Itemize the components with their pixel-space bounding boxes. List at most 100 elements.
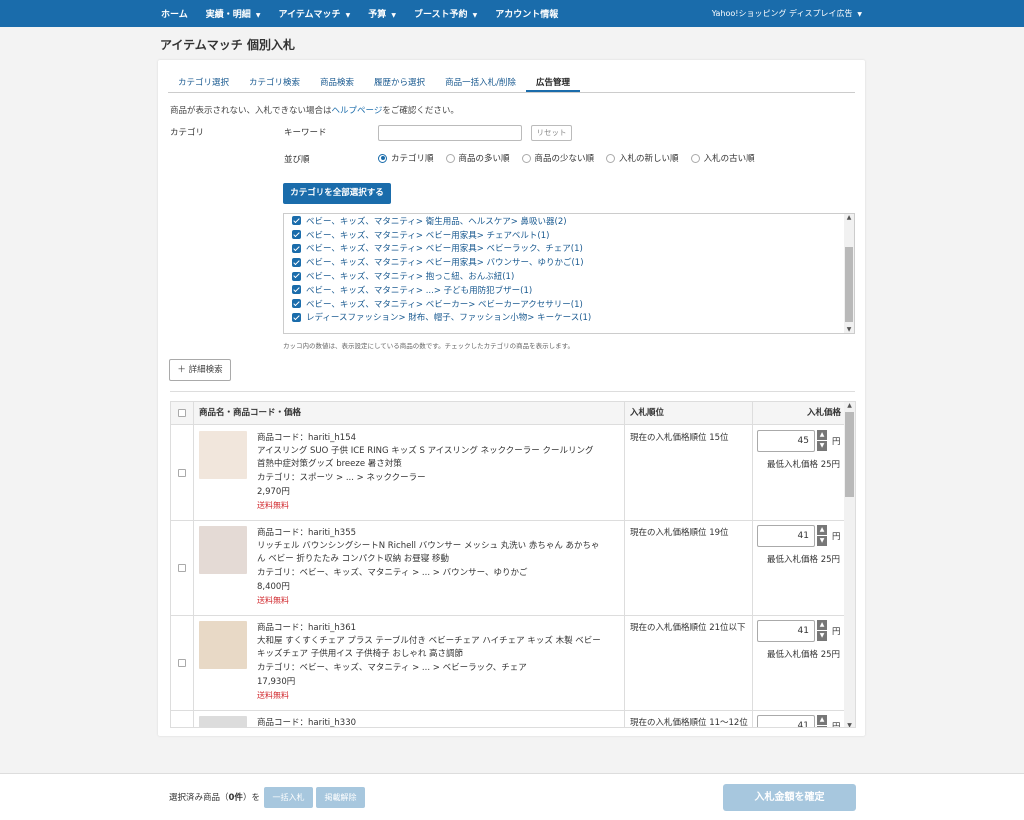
selected-prefix: 選択済み商品（ bbox=[169, 793, 229, 803]
help-notice: 商品が表示されない、入札できない場合はヘルプページをご確認ください。 bbox=[170, 104, 459, 116]
category-list-scrollbar[interactable]: ▲ ▼ bbox=[844, 214, 854, 333]
scroll-thumb[interactable] bbox=[845, 247, 853, 322]
stepper-up-icon[interactable]: ▲ bbox=[817, 620, 827, 630]
sort-option[interactable]: 入札の古い順 bbox=[690, 152, 755, 164]
bid-stepper[interactable]: ▲▼ bbox=[817, 525, 827, 547]
radio-button[interactable] bbox=[606, 153, 616, 163]
product-info: 商品コード：hariti_h154 アイスリング SUO 子供 ICE RING … bbox=[257, 431, 602, 513]
bid-price-input[interactable]: 45 bbox=[757, 430, 815, 452]
selected-count-text: 選択済み商品（0件）を bbox=[169, 791, 260, 803]
stepper-up-icon[interactable]: ▲ bbox=[817, 525, 827, 535]
category-item[interactable]: ベビー、キッズ、マタニティ> ベビー用家具> チェアベルト(1) bbox=[292, 228, 591, 242]
tab-item[interactable]: カテゴリ選択 bbox=[168, 70, 239, 92]
category-item[interactable]: ベビー、キッズ、マタニティ> ...> 子ども用防犯ブザー(1) bbox=[292, 283, 591, 297]
main-card: カテゴリ選択 カテゴリ検索 商品検索 履歴から選択 商品一括入札/削除 広告管理 商品が表… bbox=[158, 60, 865, 736]
stepper-up-icon[interactable]: ▲ bbox=[817, 715, 827, 725]
nav-item[interactable]: アカウント情報 bbox=[486, 7, 567, 20]
scroll-up-icon[interactable]: ▲ bbox=[844, 214, 854, 221]
row-checkbox[interactable] bbox=[178, 659, 186, 670]
tab-item[interactable]: 広告管理 bbox=[525, 70, 580, 92]
checkbox-checked-icon[interactable] bbox=[292, 285, 301, 295]
row-checkbox[interactable] bbox=[178, 564, 186, 575]
bulk-bid-button[interactable]: 一括入札 bbox=[264, 787, 313, 808]
reset-button[interactable]: リセット bbox=[531, 125, 572, 141]
category-item[interactable]: ベビー、キッズ、マタニティ> 衛生用品、ヘルスケア> 鼻吸い器(2) bbox=[292, 214, 591, 228]
category-item[interactable]: ベビー、キッズ、マタニティ> ベビーカー> ベビーカーアクセサリー(1) bbox=[292, 297, 591, 311]
sort-option[interactable]: 入札の新しい順 bbox=[606, 152, 679, 164]
chevron-down-icon: ▼ bbox=[855, 11, 862, 18]
row-checkbox[interactable] bbox=[178, 469, 186, 480]
radio-button[interactable] bbox=[445, 153, 455, 163]
category-item[interactable]: ベビー、キッズ、マタニティ> ベビー用家具> ベビーラック、チェア(1) bbox=[292, 242, 591, 256]
category-item[interactable]: ベビー、キッズ、マタニティ> ベビー用家具> バウンサー、ゆりかご(1) bbox=[292, 255, 591, 269]
category-item-label: ベビー、キッズ、マタニティ> ...> 子ども用防犯ブザー(1) bbox=[306, 285, 533, 296]
category-item[interactable]: ベビー、キッズ、マタニティ> 抱っこ紐、おんぶ紐(1) bbox=[292, 269, 591, 283]
checkbox-checked-icon[interactable] bbox=[292, 312, 301, 322]
tab-item[interactable]: 商品検索 bbox=[310, 70, 364, 92]
product-thumbnail[interactable] bbox=[199, 716, 247, 727]
tab-item[interactable]: カテゴリ検索 bbox=[239, 70, 310, 92]
table-row: 商品コード：hariti_h355 リッチェル バウンシングシートN Richel… bbox=[171, 521, 845, 616]
checkbox-checked-icon[interactable] bbox=[292, 216, 301, 226]
yen-unit: 円 bbox=[832, 532, 841, 542]
sort-option[interactable]: カテゴリ順 bbox=[378, 152, 434, 164]
sort-option[interactable]: 商品の多い順 bbox=[445, 152, 510, 164]
unpublish-button[interactable]: 掲載解除 bbox=[316, 787, 365, 808]
stepper-down-icon[interactable]: ▼ bbox=[817, 726, 827, 727]
select-all-categories-button[interactable]: カテゴリを全部選択する bbox=[283, 183, 391, 204]
product-thumbnail[interactable] bbox=[199, 621, 247, 669]
bid-stepper[interactable]: ▲▼ bbox=[817, 620, 827, 642]
sort-option-label: 商品の少ない順 bbox=[534, 154, 595, 164]
nav-menu: ホーム 実績・明細 ▼ アイテムマッチ ▼ 予算 ▼ ブースト予約 ▼ アカウント情報 bbox=[152, 7, 567, 20]
confirm-bid-button[interactable]: 入札金額を確定 bbox=[723, 784, 856, 811]
scroll-down-icon[interactable]: ▼ bbox=[844, 722, 855, 727]
sort-label: 並び順 bbox=[284, 155, 310, 165]
category-item-label: ベビー、キッズ、マタニティ> ベビーカー> ベビーカーアクセサリー(1) bbox=[306, 299, 583, 310]
scroll-down-icon[interactable]: ▼ bbox=[844, 326, 854, 333]
radio-button[interactable] bbox=[690, 153, 700, 163]
product-thumbnail[interactable] bbox=[199, 431, 247, 479]
category-note: カッコ内の数値は、表示設定にしている商品の数です。チェックしたカテゴリの商品を表… bbox=[283, 342, 575, 350]
tab-item[interactable]: 履歴から選択 bbox=[364, 70, 435, 92]
checkbox-checked-icon[interactable] bbox=[292, 230, 301, 240]
nav-item[interactable]: ホーム bbox=[152, 7, 197, 20]
tab-item[interactable]: 商品一括入札/削除 bbox=[435, 70, 526, 92]
sort-option[interactable]: 商品の少ない順 bbox=[521, 152, 595, 164]
bid-stepper[interactable]: ▲▼ bbox=[817, 430, 827, 452]
radio-button[interactable] bbox=[378, 153, 387, 163]
checkbox-checked-icon[interactable] bbox=[292, 299, 301, 309]
keyword-input[interactable] bbox=[378, 125, 522, 141]
product-name: 大和屋 すくすくチェア プラス テーブル付き ベビーチェア ハイチェア キッズ … bbox=[257, 636, 601, 659]
nav-item[interactable]: ブースト予約 ▼ bbox=[405, 7, 486, 20]
stepper-down-icon[interactable]: ▼ bbox=[817, 631, 827, 641]
checkbox-checked-icon[interactable] bbox=[292, 271, 301, 281]
top-navigation: ホーム 実績・明細 ▼ アイテムマッチ ▼ 予算 ▼ ブースト予約 ▼ アカウント情報 Y… bbox=[0, 0, 1024, 27]
checkbox-checked-icon[interactable] bbox=[292, 243, 301, 253]
bid-price-input[interactable]: 41 bbox=[757, 620, 815, 642]
account-menu[interactable]: Yahoo!ショッピング ディスプレイ広告 ▼ bbox=[712, 8, 862, 19]
detail-search-label: 詳細検索 bbox=[188, 365, 223, 375]
product-thumbnail[interactable] bbox=[199, 526, 247, 574]
shipping-label: 送料無料 bbox=[257, 501, 289, 510]
nav-item[interactable]: 実績・明細 ▼ bbox=[197, 7, 270, 20]
help-page-link[interactable]: ヘルプページ bbox=[332, 106, 383, 116]
scroll-up-icon[interactable]: ▲ bbox=[844, 402, 855, 409]
category-item[interactable]: レディースファッション> 財布、帽子、ファッション小物> キーケース(1) bbox=[292, 311, 591, 325]
shipping-label: 送料無料 bbox=[257, 691, 289, 700]
scroll-thumb[interactable] bbox=[845, 412, 854, 497]
stepper-down-icon[interactable]: ▼ bbox=[817, 441, 827, 451]
bid-price-input[interactable]: 41 bbox=[757, 525, 815, 547]
table-scrollbar[interactable]: ▲ ▼ bbox=[844, 402, 855, 727]
nav-item[interactable]: アイテムマッチ ▼ bbox=[269, 7, 359, 20]
product-price: 8,400円 bbox=[257, 582, 290, 592]
product-name: アイスリング SUO 子供 ICE RING キッズ S アイスリング ネックク… bbox=[257, 446, 594, 469]
select-all-checkbox[interactable] bbox=[178, 409, 186, 420]
stepper-down-icon[interactable]: ▼ bbox=[817, 536, 827, 546]
stepper-up-icon[interactable]: ▲ bbox=[817, 430, 827, 440]
bid-price-input[interactable]: 41 bbox=[757, 715, 815, 727]
detail-search-button[interactable]: ＋ 詳細検索 bbox=[169, 359, 231, 381]
nav-item[interactable]: 予算 ▼ bbox=[359, 7, 405, 20]
bid-stepper[interactable]: ▲▼ bbox=[817, 715, 827, 727]
checkbox-checked-icon[interactable] bbox=[292, 257, 301, 267]
radio-button[interactable] bbox=[521, 153, 531, 163]
